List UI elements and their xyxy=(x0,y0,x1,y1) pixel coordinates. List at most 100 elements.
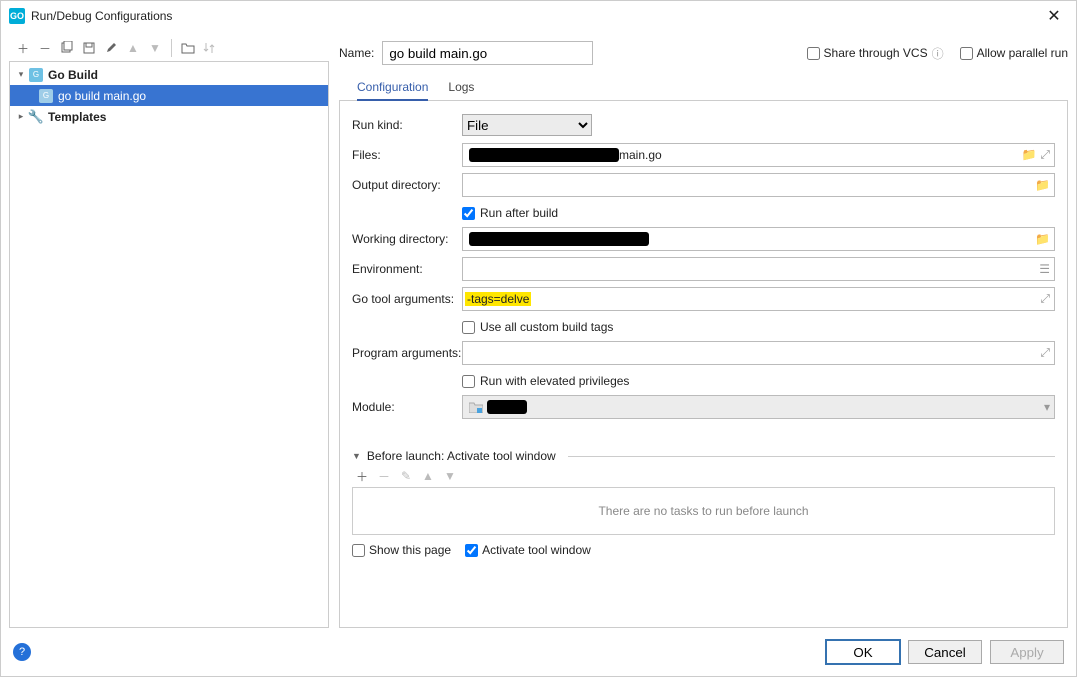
toolbar-separator xyxy=(171,39,172,57)
row-run-elevated: Run with elevated privileges xyxy=(352,369,1055,393)
tab-logs[interactable]: Logs xyxy=(448,74,474,100)
share-vcs-checkbox[interactable]: Share through VCS ⓘ xyxy=(807,45,944,62)
tab-configuration[interactable]: Configuration xyxy=(357,75,428,101)
config-panel: Run kind: File Files: main.go 📁 ⤢ xyxy=(339,101,1068,628)
chevron-down-icon[interactable]: ▾ xyxy=(1044,400,1050,414)
share-vcs-input[interactable] xyxy=(807,47,820,60)
run-elevated-checkbox[interactable] xyxy=(462,375,475,388)
collapse-arrow-icon[interactable]: ▼ xyxy=(352,451,361,461)
apply-button[interactable]: Apply xyxy=(990,640,1064,664)
run-after-build-checkbox[interactable] xyxy=(462,207,475,220)
separator-line xyxy=(568,456,1055,457)
run-kind-label: Run kind: xyxy=(352,118,462,132)
remove-icon[interactable]: － xyxy=(35,38,55,58)
wrench-icon: 🔧 xyxy=(28,109,44,125)
tree-node-go-build[interactable]: ▾ G Go Build xyxy=(10,64,328,85)
use-custom-tags-checkbox[interactable] xyxy=(462,321,475,334)
titlebar: GO Run/Debug Configurations ✕ xyxy=(1,1,1076,31)
ok-button[interactable]: OK xyxy=(826,640,900,664)
redacted-path xyxy=(469,148,619,162)
window-title: Run/Debug Configurations xyxy=(31,9,1040,23)
go-tool-args-input[interactable]: -tags=delve ⤢ xyxy=(462,287,1055,311)
row-run-kind: Run kind: File xyxy=(352,111,1055,139)
share-vcs-label: Share through VCS xyxy=(824,46,928,60)
output-dir-input[interactable]: 📁 xyxy=(462,173,1055,197)
task-down-icon[interactable]: ▼ xyxy=(440,466,460,486)
expand-arrow-icon[interactable]: ▾ xyxy=(14,69,28,80)
environment-input[interactable]: ☰ xyxy=(462,257,1055,281)
activate-window-input[interactable] xyxy=(465,544,478,557)
show-page-input[interactable] xyxy=(352,544,365,557)
tree-label: go build main.go xyxy=(58,89,146,103)
run-after-build-label: Run after build xyxy=(480,206,558,220)
remove-task-icon[interactable]: － xyxy=(374,466,394,486)
config-tree[interactable]: ▾ G Go Build G go build main.go ▸ 🔧 Temp… xyxy=(9,61,329,628)
browse-icon[interactable]: 📁 xyxy=(1035,232,1050,246)
add-task-icon[interactable]: ＋ xyxy=(352,466,372,486)
go-tool-args-label: Go tool arguments: xyxy=(352,292,462,306)
bottom-bar: ? OK Cancel Apply xyxy=(1,628,1076,676)
help-icon[interactable]: ⓘ xyxy=(932,45,944,62)
add-icon[interactable]: ＋ xyxy=(13,38,33,58)
files-label: Files: xyxy=(352,148,462,162)
move-down-icon[interactable]: ▼ xyxy=(145,38,165,58)
before-launch-section: ▼ Before launch: Activate tool window ＋ … xyxy=(352,449,1055,557)
cancel-button[interactable]: Cancel xyxy=(908,640,982,664)
run-kind-select[interactable]: File xyxy=(462,114,592,136)
dialog-body: ＋ － ▲ ▼ xyxy=(1,31,1076,628)
go-build-icon: G xyxy=(28,67,44,83)
copy-icon[interactable] xyxy=(57,38,77,58)
left-pane: ＋ － ▲ ▼ xyxy=(9,35,329,628)
row-files: Files: main.go 📁 ⤢ xyxy=(352,141,1055,169)
save-icon[interactable] xyxy=(79,38,99,58)
tabs: Configuration Logs xyxy=(339,75,1068,101)
expand-icon[interactable]: ⤢ xyxy=(1040,292,1050,307)
files-input[interactable]: main.go 📁 ⤢ xyxy=(462,143,1055,167)
folder-icon[interactable] xyxy=(178,38,198,58)
working-dir-input[interactable]: 📁 xyxy=(462,227,1055,251)
right-pane: Name: Share through VCS ⓘ Allow parallel… xyxy=(339,35,1068,628)
run-elevated-label: Run with elevated privileges xyxy=(480,374,629,388)
run-debug-config-window: GO Run/Debug Configurations ✕ ＋ － ▲ ▼ xyxy=(0,0,1077,677)
empty-tasks-text: There are no tasks to run before launch xyxy=(598,504,808,518)
move-up-icon[interactable]: ▲ xyxy=(123,38,143,58)
help-icon[interactable]: ? xyxy=(13,643,31,661)
edit-defaults-icon[interactable] xyxy=(101,38,121,58)
module-folder-icon xyxy=(469,401,483,413)
redacted-path xyxy=(469,232,649,246)
expand-icon[interactable]: ⤢ xyxy=(1040,346,1050,361)
browse-icon[interactable]: 📁 xyxy=(1021,148,1036,163)
config-toolbar: ＋ － ▲ ▼ xyxy=(9,35,329,61)
files-suffix: main.go xyxy=(619,148,662,162)
program-args-input[interactable]: ⤢ xyxy=(462,341,1055,365)
program-args-label: Program arguments: xyxy=(352,346,462,360)
before-launch-header[interactable]: ▼ Before launch: Activate tool window xyxy=(352,449,1055,463)
close-icon[interactable]: ✕ xyxy=(1040,2,1068,30)
edit-task-icon[interactable]: ✎ xyxy=(396,466,416,486)
browse-icon[interactable]: 📁 xyxy=(1035,178,1050,192)
expand-icon[interactable]: ⤢ xyxy=(1040,148,1050,163)
expand-arrow-icon[interactable]: ▸ xyxy=(14,111,28,122)
module-select[interactable]: ▾ xyxy=(462,395,1055,419)
sort-icon[interactable] xyxy=(200,38,220,58)
list-icon[interactable]: ☰ xyxy=(1039,262,1050,276)
row-run-after-build: Run after build xyxy=(352,201,1055,225)
allow-parallel-label: Allow parallel run xyxy=(977,46,1068,60)
name-input[interactable] xyxy=(382,41,593,65)
activate-window-checkbox[interactable]: Activate tool window xyxy=(465,543,591,557)
task-up-icon[interactable]: ▲ xyxy=(418,466,438,486)
tree-label: Go Build xyxy=(48,68,98,82)
working-dir-label: Working directory: xyxy=(352,232,462,246)
tree-node-config[interactable]: G go build main.go xyxy=(10,85,328,106)
row-go-tool-args: Go tool arguments: -tags=delve ⤢ xyxy=(352,285,1055,313)
tree-label: Templates xyxy=(48,110,106,124)
tree-node-templates[interactable]: ▸ 🔧 Templates xyxy=(10,106,328,127)
show-page-checkbox[interactable]: Show this page xyxy=(352,543,451,557)
row-use-custom-tags: Use all custom build tags xyxy=(352,315,1055,339)
row-environment: Environment: ☰ xyxy=(352,255,1055,283)
redacted-module xyxy=(487,400,527,414)
allow-parallel-checkbox[interactable]: Allow parallel run xyxy=(960,46,1068,60)
name-label: Name: xyxy=(339,46,374,60)
before-launch-title: Before launch: Activate tool window xyxy=(367,449,556,463)
allow-parallel-input[interactable] xyxy=(960,47,973,60)
